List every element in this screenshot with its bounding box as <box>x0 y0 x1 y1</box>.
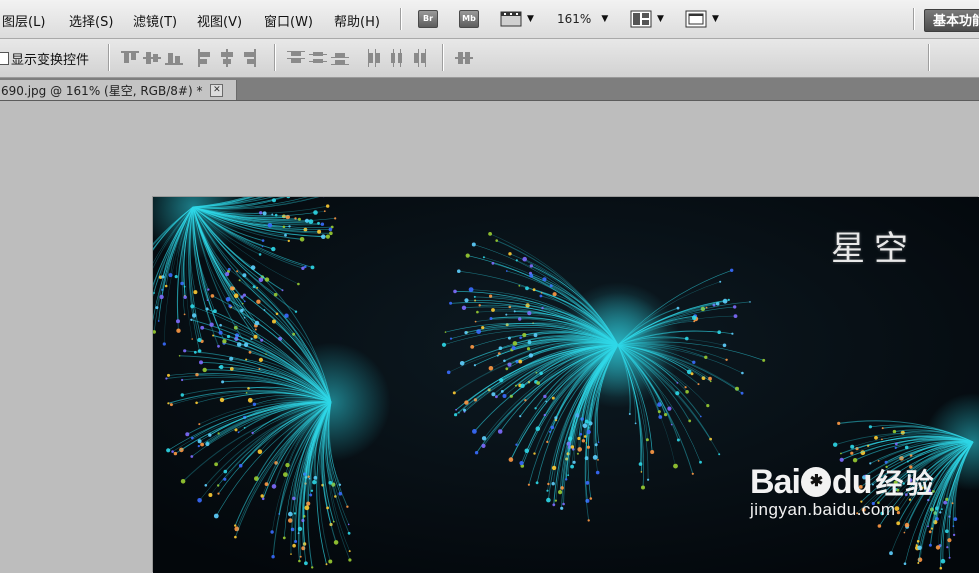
align-hcenter-icon[interactable] <box>218 49 236 67</box>
distribute-group <box>287 49 349 67</box>
workspace-switcher[interactable]: 基本功能 <box>924 9 979 32</box>
auto-align-group <box>455 49 473 67</box>
watermark-url: jingyan.baidu.com <box>750 500 896 519</box>
show-transform-controls[interactable]: 显示变换控件 <box>0 49 89 68</box>
align-right-icon[interactable] <box>240 49 258 67</box>
mini-bridge-icon: Mb <box>459 10 479 28</box>
zoom-level: 161% <box>557 12 592 26</box>
mini-bridge-button[interactable]: Mb <box>459 9 479 29</box>
distribute-right-icon[interactable] <box>410 49 428 67</box>
menu-help[interactable]: 帮助(H) <box>334 11 380 30</box>
menu-separator <box>913 8 914 30</box>
chevron-down-icon: ▼ <box>601 14 609 24</box>
chevron-down-icon: ▼ <box>712 14 719 24</box>
chevron-down-icon: ▼ <box>527 14 534 24</box>
options-bar: 显示变换控件 <box>0 39 979 78</box>
document-tab-title: 690.jpg @ 161% (星空, RGB/8#) * <box>1 83 203 98</box>
baidu-jingyan-watermark: Bai ✱ du 经验 jingyan.baidu.com <box>750 462 935 520</box>
distribute-left-icon[interactable] <box>366 49 384 67</box>
options-separator <box>442 44 443 71</box>
film-icon <box>500 11 522 27</box>
baidu-logo: Bai ✱ du 经验 <box>750 462 935 502</box>
options-separator <box>928 44 929 71</box>
document-tab-strip: 690.jpg @ 161% (星空, RGB/8#) * ✕ <box>0 78 979 101</box>
align-vcenter-icon[interactable] <box>143 49 161 67</box>
distribute-group <box>366 49 428 67</box>
menu-separator <box>400 8 401 30</box>
distribute-bottom-icon[interactable] <box>331 49 349 67</box>
show-transform-label: 显示变换控件 <box>11 53 90 68</box>
menu-bar: 图层(L) 选择(S) 滤镜(T) 视图(V) 窗口(W) 帮助(H) Br M… <box>0 0 979 39</box>
view-extras-button[interactable]: ▼ <box>500 9 534 29</box>
menu-view[interactable]: 视图(V) <box>197 11 242 30</box>
baidu-logo-left: Bai <box>750 462 801 501</box>
align-bottom-icon[interactable] <box>165 49 183 67</box>
arrange-documents-button[interactable]: ▼ <box>630 9 664 29</box>
zoom-level-dropdown[interactable]: 161% ▼ <box>557 9 608 29</box>
close-icon[interactable]: ✕ <box>210 83 224 97</box>
menu-layer[interactable]: 图层(L) <box>2 11 45 30</box>
paw-icon: ✱ <box>800 467 831 497</box>
show-transform-checkbox[interactable] <box>0 52 9 65</box>
distribute-hcenter-icon[interactable] <box>388 49 406 67</box>
document-image[interactable]: 星空 Bai ✱ du 经验 jingyan.baidu.com <box>153 197 979 573</box>
jingyan-label: 经验 <box>875 468 936 499</box>
baidu-logo-right: du <box>831 462 873 501</box>
screen-mode-button[interactable]: ▼ <box>685 9 719 29</box>
distribute-top-icon[interactable] <box>287 49 305 67</box>
arrange-icon <box>630 10 652 28</box>
image-title-text: 星空 <box>831 229 917 269</box>
menu-filter[interactable]: 滤镜(T) <box>133 11 177 30</box>
options-separator <box>108 44 109 71</box>
document-tab[interactable]: 690.jpg @ 161% (星空, RGB/8#) * ✕ <box>0 80 237 100</box>
auto-align-layers-icon[interactable] <box>455 49 473 67</box>
bridge-icon: Br <box>418 10 438 28</box>
align-top-icon[interactable] <box>121 49 139 67</box>
chevron-down-icon: ▼ <box>657 14 664 24</box>
menu-select[interactable]: 选择(S) <box>69 11 113 30</box>
bridge-button[interactable]: Br <box>418 9 438 29</box>
align-group <box>196 49 258 67</box>
screen-mode-icon <box>685 10 707 28</box>
options-separator <box>274 44 275 71</box>
distribute-vcenter-icon[interactable] <box>309 49 327 67</box>
menu-window[interactable]: 窗口(W) <box>264 11 313 30</box>
align-left-icon[interactable] <box>196 49 214 67</box>
align-group <box>121 49 183 67</box>
